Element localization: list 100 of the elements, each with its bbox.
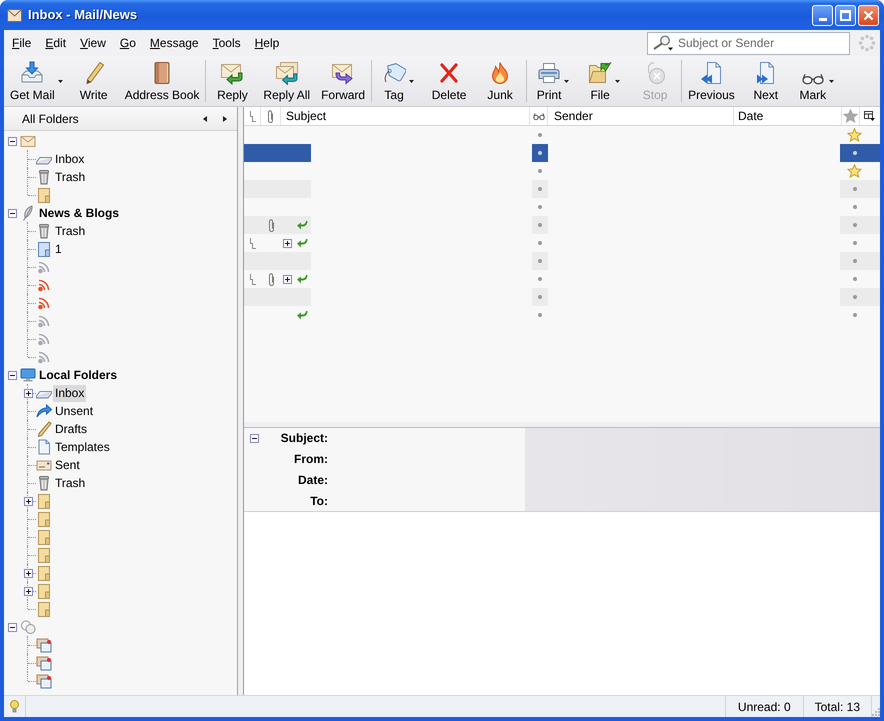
spinner-icon (858, 34, 876, 52)
menu-item[interactable]: View (73, 35, 113, 51)
message-row-cell[interactable] (244, 288, 311, 306)
mark-button[interactable]: Mark (792, 56, 841, 106)
close-button[interactable] (858, 4, 879, 26)
get-mail-button[interactable]: Get Mail (6, 56, 67, 106)
menu-item[interactable]: Go (112, 35, 143, 51)
search-field[interactable]: Subject or Sender (647, 32, 850, 54)
caret-down-icon[interactable] (409, 80, 414, 83)
envelope-icon (7, 8, 22, 22)
folder-name[interactable]: Sent (53, 456, 82, 474)
read-status-cell[interactable] (532, 216, 548, 234)
address-book-button[interactable]: Address Book (120, 56, 204, 106)
folder-icon (36, 511, 52, 527)
caret-down-icon[interactable] (829, 80, 834, 83)
glasses-icon[interactable] (532, 112, 544, 120)
message-row-cell[interactable] (244, 180, 311, 198)
star-cell[interactable] (840, 216, 880, 234)
caret-left-icon[interactable] (203, 116, 207, 122)
plus-box-icon[interactable] (24, 586, 32, 596)
read-status-cell[interactable] (532, 252, 548, 270)
folder-icon (36, 241, 52, 257)
trash-can-icon (36, 475, 52, 491)
dot-icon (538, 259, 542, 263)
column-header[interactable]: Sender (548, 107, 734, 125)
maximize-button[interactable] (835, 4, 856, 26)
write-button[interactable]: Write (70, 56, 118, 106)
dot-icon (538, 151, 542, 155)
star-icon[interactable] (843, 109, 858, 123)
reply-all-button[interactable]: Reply All (259, 56, 314, 106)
plus-box-icon[interactable] (283, 238, 292, 248)
column-picker-icon[interactable] (864, 111, 874, 121)
minus-box-icon[interactable] (8, 208, 16, 218)
star-cell[interactable] (840, 288, 880, 306)
message-row-cell[interactable] (244, 252, 311, 270)
thread-icon[interactable] (248, 110, 256, 122)
search-input[interactable]: Subject or Sender (678, 34, 849, 52)
folder-name[interactable]: Unsent (53, 402, 96, 420)
glasses-icon (800, 73, 825, 85)
read-status-cell[interactable] (532, 144, 548, 162)
lightbulb-icon (10, 700, 19, 713)
close-icon (863, 10, 874, 20)
minimize-button[interactable] (812, 4, 833, 26)
star-cell[interactable] (840, 180, 880, 198)
menu-item[interactable]: Edit (38, 35, 74, 51)
folder-name[interactable]: Local Folders (37, 366, 120, 384)
plus-box-icon[interactable] (24, 496, 32, 506)
minus-box-icon[interactable] (8, 622, 16, 632)
menu-item[interactable]: Tools (206, 35, 248, 51)
read-status-cell[interactable] (532, 288, 548, 306)
folder-icon (36, 493, 52, 509)
tag-button[interactable]: Tag (374, 56, 422, 106)
folder-name[interactable]: Drafts (53, 420, 90, 438)
folder-name[interactable]: Templates (53, 438, 112, 456)
star-cell[interactable] (840, 252, 880, 270)
menu-item[interactable]: Help (248, 35, 286, 51)
caret-down-icon[interactable] (58, 80, 63, 83)
paperclip-icon[interactable] (267, 110, 274, 122)
reply-button[interactable]: Reply (208, 56, 256, 106)
forward-button[interactable]: Forward (317, 56, 370, 106)
folder-name[interactable]: News & Blogs (37, 204, 122, 222)
star-icon[interactable] (847, 164, 862, 178)
plus-box-icon[interactable] (283, 274, 292, 284)
message-row-cell[interactable] (244, 144, 311, 162)
window-title: Inbox - Mail/News (28, 6, 138, 24)
tag-icon (382, 61, 406, 85)
caret-down-icon[interactable] (615, 80, 620, 83)
folder-name[interactable]: Trash (53, 474, 88, 492)
plus-box-icon[interactable] (24, 568, 32, 578)
envelopes-reply-icon (274, 61, 299, 85)
read-status-cell[interactable] (532, 180, 548, 198)
caret-down-icon[interactable] (564, 80, 570, 83)
star-cell[interactable] (840, 144, 880, 162)
column-header[interactable]: Subject (281, 107, 530, 125)
folder-name[interactable]: Trash (53, 222, 88, 240)
search-icon[interactable] (652, 35, 673, 51)
minus-box-icon[interactable] (8, 136, 16, 146)
previous-button[interactable]: Previous (684, 56, 739, 106)
delete-button[interactable]: Delete (425, 56, 474, 106)
next-button[interactable]: Next (742, 56, 790, 106)
junk-button[interactable]: Junk (476, 56, 524, 106)
chat-card-icon (36, 673, 52, 689)
caret-right-icon[interactable] (223, 116, 227, 122)
minus-box-icon[interactable] (250, 434, 258, 443)
trash-can-icon (36, 223, 52, 239)
folder-name[interactable]: 1 (53, 240, 64, 258)
folder-name[interactable]: Inbox (53, 384, 86, 402)
folder-name[interactable]: Trash (53, 168, 88, 186)
dot-icon (538, 205, 542, 209)
menu-item[interactable]: Message (142, 35, 206, 51)
message-row-cell[interactable] (244, 216, 311, 234)
star-icon[interactable] (847, 128, 862, 142)
minus-box-icon[interactable] (8, 370, 16, 380)
header-field-label: Subject: (280, 430, 328, 448)
column-header[interactable]: Date (734, 107, 842, 125)
folder-name[interactable]: Inbox (53, 150, 86, 168)
plus-box-icon[interactable] (24, 388, 32, 398)
print-button[interactable]: Print (529, 56, 578, 106)
file-button[interactable]: File (580, 56, 628, 106)
menu-item[interactable]: File (5, 35, 38, 51)
